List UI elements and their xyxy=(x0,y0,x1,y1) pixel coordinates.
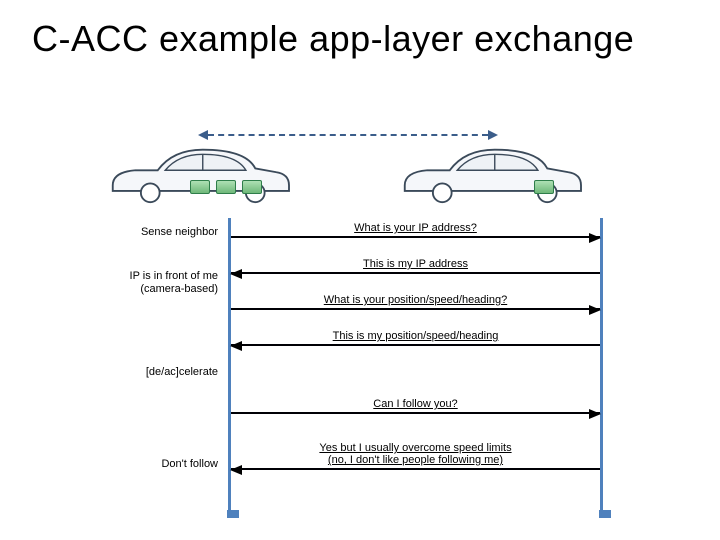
msg-text: What is your position/speed/heading? xyxy=(324,294,507,307)
msg-what-ip: What is your IP address? xyxy=(231,222,600,238)
car-left-icon xyxy=(104,144,294,204)
slide: C-ACC example app-layer exchange xyxy=(0,0,720,540)
cars-row xyxy=(0,134,720,218)
lifeline-right xyxy=(600,218,603,514)
msg-my-pos: This is my position/speed/heading xyxy=(231,330,600,346)
msg-my-ip: This is my IP address xyxy=(231,258,600,274)
arrow-left-icon xyxy=(230,269,242,279)
msg-arrow xyxy=(231,236,600,238)
label-dont-follow: Don't follow xyxy=(88,458,218,471)
msg-arrow xyxy=(231,344,600,346)
arrow-left-icon xyxy=(230,465,242,475)
label-de-ac-celerate: [de/ac]celerate xyxy=(88,366,218,379)
msg-text: This is my position/speed/heading xyxy=(333,330,499,343)
msg-arrow xyxy=(231,468,600,470)
lifeline-end-icon xyxy=(227,510,239,518)
msg-follow-reply: Yes but I usually overcome speed limits … xyxy=(231,442,600,470)
arrow-right-icon xyxy=(589,233,601,243)
sensor-chip-icon xyxy=(242,180,262,194)
label-sense-neighbor: Sense neighbor xyxy=(88,226,218,239)
msg-arrow xyxy=(231,412,600,414)
arrow-left-icon xyxy=(230,341,242,351)
sensor-chip-icon xyxy=(190,180,210,194)
wireless-link-line xyxy=(208,134,488,136)
label-ip-front: IP is in front of me (camera-based) xyxy=(88,270,218,295)
arrow-right-icon xyxy=(589,305,601,315)
wireless-link-arrow-right xyxy=(488,130,498,140)
arrow-right-icon xyxy=(589,409,601,419)
msg-what-pos: What is your position/speed/heading? xyxy=(231,294,600,310)
msg-arrow xyxy=(231,308,600,310)
sensor-chip-icon xyxy=(216,180,236,194)
msg-text: Can I follow you? xyxy=(373,398,457,411)
msg-arrow xyxy=(231,272,600,274)
lifeline-end-icon xyxy=(599,510,611,518)
slide-title: C-ACC example app-layer exchange xyxy=(32,18,634,60)
msg-text: This is my IP address xyxy=(363,258,468,271)
msg-text: What is your IP address? xyxy=(354,222,477,235)
msg-text: Yes but I usually overcome speed limits … xyxy=(319,442,511,467)
sequence-diagram: Sense neighbor IP is in front of me (cam… xyxy=(0,218,720,518)
car-right-icon xyxy=(396,144,586,204)
msg-can-follow: Can I follow you? xyxy=(231,398,600,414)
sensor-chip-icon xyxy=(534,180,554,194)
wireless-link-arrow-left xyxy=(198,130,208,140)
